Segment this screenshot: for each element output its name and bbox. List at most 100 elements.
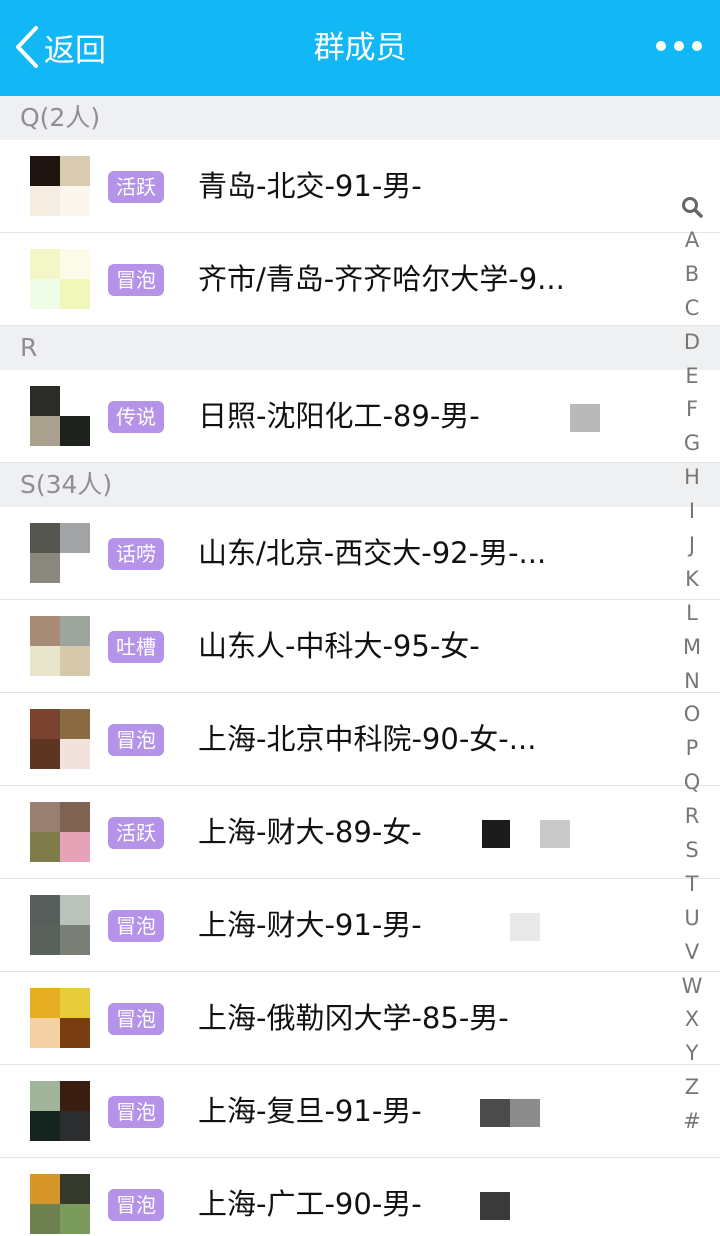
avatar[interactable] bbox=[30, 895, 90, 955]
index-letter[interactable]: C bbox=[672, 292, 712, 326]
member-row[interactable]: 冒泡 上海-北京中科院-90-女-... bbox=[0, 693, 720, 786]
avatar[interactable] bbox=[30, 386, 90, 446]
level-badge: 活跃 bbox=[108, 817, 164, 849]
avatar-tile bbox=[30, 156, 60, 186]
index-letter[interactable]: O bbox=[672, 698, 712, 732]
member-name: 齐市/青岛-齐齐哈尔大学-9... bbox=[198, 262, 565, 296]
index-letter[interactable]: V bbox=[672, 936, 712, 970]
index-letter[interactable]: E bbox=[672, 360, 712, 394]
index-letter[interactable]: Z bbox=[672, 1071, 712, 1105]
avatar-tile bbox=[60, 739, 90, 769]
avatar-tile bbox=[30, 925, 60, 955]
avatar-tile bbox=[30, 249, 60, 279]
member-name: 上海-北京中科院-90-女-... bbox=[198, 722, 537, 756]
level-badge: 传说 bbox=[108, 401, 164, 433]
member-row[interactable]: 冒泡 上海-复旦-91-男- bbox=[0, 1065, 720, 1158]
avatar[interactable] bbox=[30, 988, 90, 1048]
avatar-tile bbox=[30, 416, 60, 446]
avatar-tile bbox=[30, 1081, 60, 1111]
index-letter[interactable]: Q bbox=[672, 766, 712, 800]
member-list[interactable]: Q(2人) 活跃 青岛-北交-91-男- 冒泡 齐市/青岛-齐齐哈尔大学-9... R 传说… bbox=[0, 96, 720, 1236]
avatar-tile bbox=[60, 386, 90, 416]
member-name: 上海-财大-89-女- bbox=[198, 815, 422, 849]
index-letter[interactable]: K bbox=[672, 563, 712, 597]
index-letter[interactable]: T bbox=[672, 868, 712, 902]
avatar[interactable] bbox=[30, 709, 90, 769]
index-letter[interactable]: L bbox=[672, 597, 712, 631]
more-dot bbox=[674, 41, 684, 51]
avatar-tile bbox=[60, 616, 90, 646]
index-letter[interactable]: D bbox=[672, 326, 712, 360]
member-row[interactable]: 话唠 山东/北京-西交大-92-男-... bbox=[0, 507, 720, 600]
index-letter[interactable]: G bbox=[672, 427, 712, 461]
level-badge: 吐槽 bbox=[108, 631, 164, 663]
nav-bar: 返回 群成员 bbox=[0, 0, 720, 96]
index-letter[interactable]: J bbox=[672, 529, 712, 563]
index-letter[interactable]: N bbox=[672, 665, 712, 699]
avatar-tile bbox=[30, 523, 60, 553]
redaction-block bbox=[480, 1192, 510, 1220]
avatar-tile bbox=[30, 279, 60, 309]
member-row[interactable]: 冒泡 上海-俄勒冈大学-85-男- bbox=[0, 972, 720, 1065]
avatar[interactable] bbox=[30, 616, 90, 676]
member-row[interactable]: 冒泡 上海-财大-91-男- bbox=[0, 879, 720, 972]
avatar-tile bbox=[60, 156, 90, 186]
index-letter[interactable]: W bbox=[672, 970, 712, 1004]
member-row[interactable]: 传说 日照-沈阳化工-89-男- bbox=[0, 370, 720, 463]
redaction-block bbox=[540, 820, 570, 848]
avatar[interactable] bbox=[30, 156, 90, 216]
avatar[interactable] bbox=[30, 523, 90, 583]
avatar[interactable] bbox=[30, 1174, 90, 1234]
level-badge: 冒泡 bbox=[108, 1189, 164, 1221]
avatar-tile bbox=[60, 925, 90, 955]
level-badge: 冒泡 bbox=[108, 1096, 164, 1128]
index-letter[interactable]: Y bbox=[672, 1037, 712, 1071]
avatar-tile bbox=[30, 895, 60, 925]
avatar-tile bbox=[60, 523, 90, 553]
section-header: Q(2人) bbox=[0, 96, 720, 140]
index-letter[interactable]: F bbox=[672, 393, 712, 427]
index-letter[interactable]: X bbox=[672, 1003, 712, 1037]
member-name: 山东人-中科大-95-女- bbox=[198, 629, 480, 663]
avatar-tile bbox=[30, 739, 60, 769]
member-row[interactable]: 活跃 青岛-北交-91-男- bbox=[0, 140, 720, 233]
avatar-tile bbox=[30, 1111, 60, 1141]
index-letter[interactable]: R bbox=[672, 800, 712, 834]
redaction-block bbox=[570, 404, 600, 432]
avatar[interactable] bbox=[30, 1081, 90, 1141]
index-letter[interactable]: A bbox=[672, 224, 712, 258]
index-letter[interactable]: M bbox=[672, 631, 712, 665]
avatar-tile bbox=[60, 1174, 90, 1204]
avatar-tile bbox=[60, 1204, 90, 1234]
index-letter[interactable]: H bbox=[672, 461, 712, 495]
avatar-tile bbox=[30, 832, 60, 862]
member-row[interactable]: 吐槽 山东人-中科大-95-女- bbox=[0, 600, 720, 693]
avatar[interactable] bbox=[30, 802, 90, 862]
member-row[interactable]: 冒泡 上海-广工-90-男- bbox=[0, 1158, 720, 1236]
avatar-tile bbox=[30, 1204, 60, 1234]
back-button[interactable]: 返回 bbox=[14, 22, 106, 72]
member-row[interactable]: 冒泡 齐市/青岛-齐齐哈尔大学-9... bbox=[0, 233, 720, 326]
avatar[interactable] bbox=[30, 249, 90, 309]
index-letter[interactable]: I bbox=[672, 495, 712, 529]
index-letter[interactable]: U bbox=[672, 902, 712, 936]
page-title: 群成员 bbox=[313, 30, 407, 66]
member-row[interactable]: 活跃 上海-财大-89-女- bbox=[0, 786, 720, 879]
index-letter[interactable]: B bbox=[672, 258, 712, 292]
section-header: S(34人) bbox=[0, 463, 720, 507]
index-search[interactable] bbox=[680, 190, 704, 224]
index-letter[interactable]: # bbox=[672, 1105, 712, 1139]
index-letter[interactable]: P bbox=[672, 732, 712, 766]
level-badge: 冒泡 bbox=[108, 910, 164, 942]
avatar-tile bbox=[60, 186, 90, 216]
avatar-tile bbox=[30, 1018, 60, 1048]
index-letter[interactable]: S bbox=[672, 834, 712, 868]
avatar-tile bbox=[30, 709, 60, 739]
more-dot bbox=[656, 41, 666, 51]
more-button[interactable] bbox=[656, 38, 702, 54]
member-name: 青岛-北交-91-男- bbox=[198, 169, 422, 203]
avatar-tile bbox=[60, 802, 90, 832]
alphabet-index-bar[interactable]: A B C D E F G H I J K L M N O P Q R S T U V W X Y Z # bbox=[672, 190, 712, 1139]
member-name: 上海-俄勒冈大学-85-男- bbox=[198, 1001, 509, 1035]
level-badge: 冒泡 bbox=[108, 264, 164, 296]
